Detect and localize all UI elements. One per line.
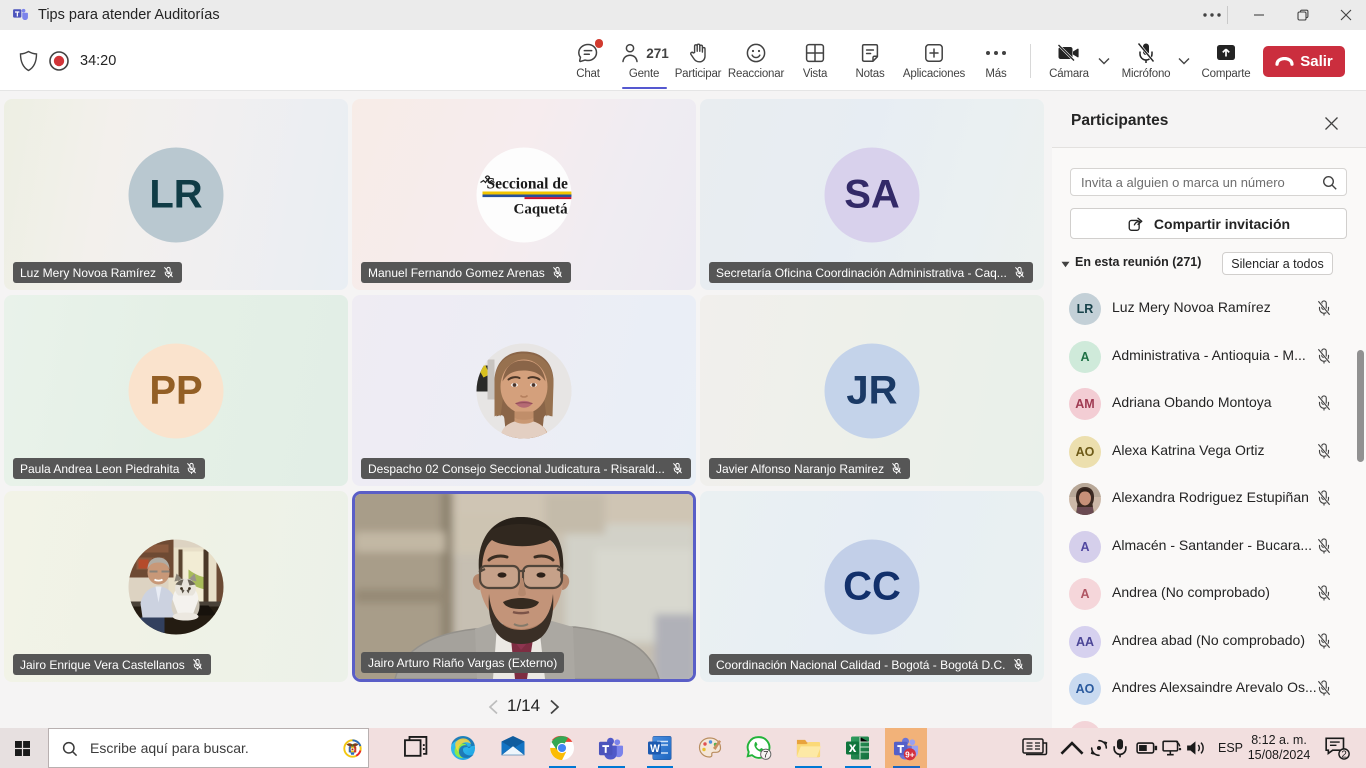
svg-text:Caquetá: Caquetá <box>514 201 569 217</box>
svg-text:9+: 9+ <box>905 751 915 760</box>
svg-text:7: 7 <box>763 750 768 760</box>
svg-text:2: 2 <box>1341 750 1346 761</box>
svg-text:Seccional de: Seccional de <box>487 175 568 192</box>
